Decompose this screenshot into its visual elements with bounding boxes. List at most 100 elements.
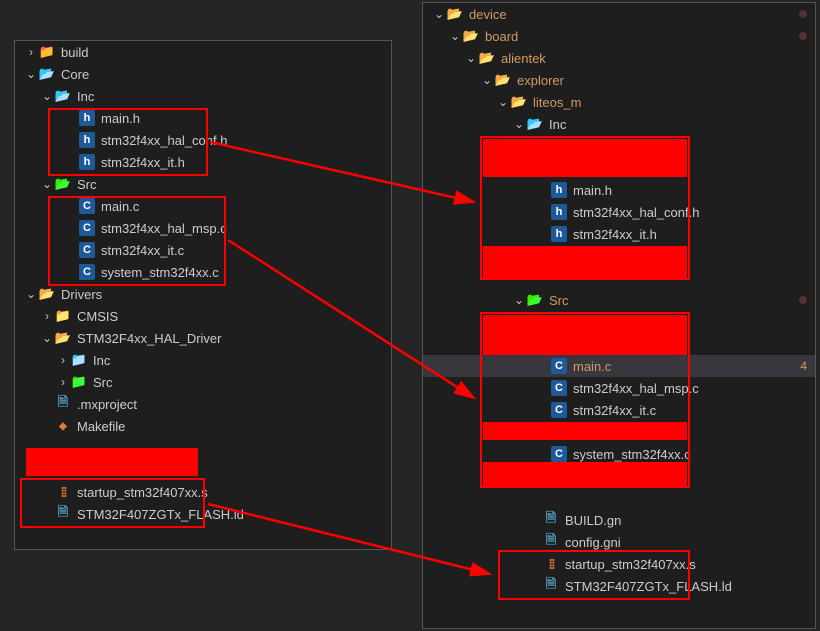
tree-row[interactable]: ⌄Inc: [15, 85, 391, 107]
s-file-icon: [543, 556, 559, 572]
ld-file-icon: [543, 578, 559, 594]
tree-label: Inc: [93, 353, 383, 368]
folder-open-icon: [495, 72, 511, 88]
tree-label: BUILD.gn: [565, 513, 807, 528]
tree-label: alientek: [501, 51, 807, 66]
chevron-down-icon[interactable]: ⌄: [495, 95, 511, 109]
tree-row[interactable]: stm32f4xx_it.c: [423, 399, 815, 421]
chevron-down-icon[interactable]: ⌄: [23, 287, 39, 301]
folder-blue-icon: [71, 352, 87, 368]
modified-dot-icon: [799, 10, 807, 18]
tree-label: explorer: [517, 73, 807, 88]
tree-label: system_stm32f4xx.c: [101, 265, 383, 280]
tree-row[interactable]: › build: [15, 41, 391, 63]
tree-row[interactable]: stm32f4xx_it.c: [15, 239, 391, 261]
tree-row[interactable]: STM32F407ZGTx_FLASH.ld: [15, 503, 391, 525]
tree-row[interactable]: ⌄ alientek: [423, 47, 815, 69]
folder-blue-open-icon: [55, 88, 71, 104]
tree-row[interactable]: .mxproject: [15, 393, 391, 415]
tree-row[interactable]: ⌄ liteos_m: [423, 91, 815, 113]
highlight-fill: [26, 448, 198, 476]
highlight-fill: [483, 462, 687, 486]
chevron-right-icon[interactable]: ›: [23, 45, 39, 59]
tree-label: system_stm32f4xx.c: [573, 447, 807, 462]
tree-row[interactable]: main.h: [15, 107, 391, 129]
chevron-down-icon[interactable]: ⌄: [479, 73, 495, 87]
h-file-icon: [551, 226, 567, 242]
folder-green-open-icon: [55, 176, 71, 192]
chevron-down-icon[interactable]: ⌄: [39, 89, 55, 103]
tree-label: stm32f4xx_hal_conf.h: [101, 133, 383, 148]
chevron-down-icon[interactable]: ⌄: [39, 331, 55, 345]
tree-label: stm32f4xx_it.c: [573, 403, 807, 418]
tree-label: Makefile: [77, 419, 383, 434]
h-file-icon: [79, 132, 95, 148]
tree-label: .mxproject: [77, 397, 383, 412]
tree-row[interactable]: ⌄ Drivers: [15, 283, 391, 305]
tree-label: Inc: [549, 117, 807, 132]
tree-row[interactable]: config.gni: [423, 531, 815, 553]
tree-label: liteos_m: [533, 95, 807, 110]
chevron-down-icon[interactable]: ⌄: [447, 29, 463, 43]
highlight-fill: [483, 246, 687, 278]
gn-file-icon: [543, 534, 559, 550]
tree-label: main.c: [101, 199, 383, 214]
h-file-icon: [79, 110, 95, 126]
tree-label: STM32F4xx_HAL_Driver: [77, 331, 383, 346]
tree-label: board: [485, 29, 807, 44]
folder-green-open-icon: [527, 292, 543, 308]
tree-row[interactable]: › Src: [15, 371, 391, 393]
tree-row[interactable]: stm32f4xx_it.h: [15, 151, 391, 173]
tree-row[interactable]: main.h: [423, 179, 815, 201]
chevron-right-icon[interactable]: ›: [55, 353, 71, 367]
tree-label: stm32f4xx_it.c: [101, 243, 383, 258]
tree-row[interactable]: ›CMSIS: [15, 305, 391, 327]
chevron-down-icon[interactable]: ⌄: [463, 51, 479, 65]
tree-row[interactable]: › Inc: [15, 349, 391, 371]
highlight-fill: [483, 139, 687, 177]
chevron-down-icon[interactable]: ⌄: [23, 67, 39, 81]
tree-row[interactable]: ⌄ board: [423, 25, 815, 47]
chevron-right-icon[interactable]: ›: [55, 375, 71, 389]
tree-label: Src: [93, 375, 383, 390]
tree-row[interactable]: main.c4: [423, 355, 815, 377]
tree-row[interactable]: [423, 487, 815, 509]
tree-row[interactable]: BUILD.gn: [423, 509, 815, 531]
tree-row[interactable]: Makefile: [15, 415, 391, 437]
tree-row[interactable]: startup_stm32f407xx.s: [15, 481, 391, 503]
c-file-icon: [79, 264, 95, 280]
tree-label: build: [61, 45, 383, 60]
tree-row[interactable]: ⌄ explorer: [423, 69, 815, 91]
tree-row[interactable]: ⌄Core: [15, 63, 391, 85]
tree-row[interactable]: ⌄ device: [423, 3, 815, 25]
tree-row[interactable]: ⌄ Inc: [423, 113, 815, 135]
folder-closed-icon: [55, 308, 71, 324]
chevron-down-icon[interactable]: ⌄: [511, 117, 527, 131]
tree-label: device: [469, 7, 807, 22]
modified-dot-icon: [799, 296, 807, 304]
chevron-down-icon[interactable]: ⌄: [511, 293, 527, 307]
tree-row[interactable]: system_stm32f4xx.c: [15, 261, 391, 283]
tree-row[interactable]: stm32f4xx_hal_conf.h: [15, 129, 391, 151]
tree-row[interactable]: stm32f4xx_hal_conf.h: [423, 201, 815, 223]
tree-label: config.gni: [565, 535, 807, 550]
tree-row[interactable]: ⌄Src: [15, 173, 391, 195]
chevron-down-icon[interactable]: ⌄: [39, 177, 55, 191]
ld-file-icon: [55, 506, 71, 522]
chevron-right-icon[interactable]: ›: [39, 309, 55, 323]
highlight-fill: [483, 315, 687, 355]
tree-row[interactable]: stm32f4xx_hal_msp.c: [15, 217, 391, 239]
c-file-icon: [551, 380, 567, 396]
tree-row[interactable]: ⌄Src: [423, 289, 815, 311]
chevron-down-icon[interactable]: ⌄: [431, 7, 447, 21]
tree-row[interactable]: stm32f4xx_it.h: [423, 223, 815, 245]
tree-row[interactable]: STM32F407ZGTx_FLASH.ld: [423, 575, 815, 597]
tree-row[interactable]: main.c: [15, 195, 391, 217]
tree-row[interactable]: startup_stm32f407xx.s: [423, 553, 815, 575]
tree-label: Drivers: [61, 287, 383, 302]
c-file-icon: [79, 198, 95, 214]
tree-row[interactable]: ⌄ STM32F4xx_HAL_Driver: [15, 327, 391, 349]
gn-file-icon: [543, 512, 559, 528]
folder-red-icon: [39, 44, 55, 60]
tree-row[interactable]: stm32f4xx_hal_msp.c: [423, 377, 815, 399]
